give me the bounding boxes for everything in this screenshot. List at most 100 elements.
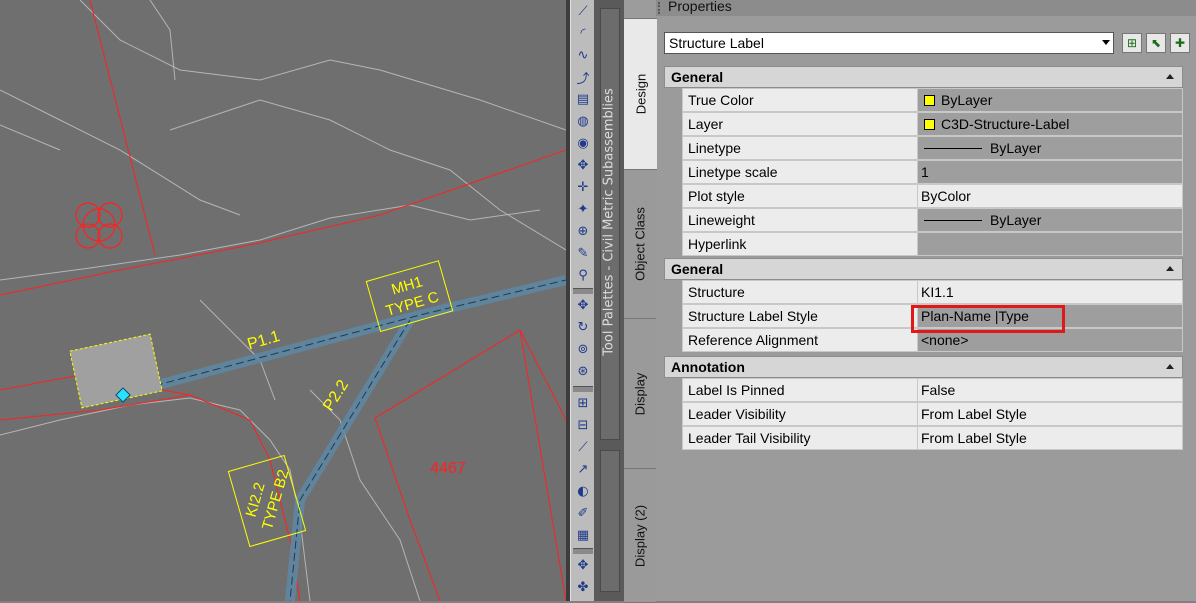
properties-panel: Properties Structure Label ⊞ ⬉ ✚ General… [656,0,1196,601]
property-name: Hyperlink [682,232,918,256]
drawing-canvas[interactable]: MH1 TYPE C KI2.2 TYPE B2 P1.1 P2.2 4467 [0,0,566,601]
compass-tool-icon[interactable]: ✥ [573,156,593,174]
property-name: Leader Visibility [682,402,918,426]
property-value-text: ByLayer [990,140,1042,156]
brush-tool-icon[interactable]: ✐ [573,504,593,522]
property-row: Hyperlink [664,232,1183,256]
property-name: Plot style [682,184,918,208]
color-swatch-icon [924,95,935,106]
tree-symbol [75,202,123,249]
property-value[interactable]: ByColor [918,184,1183,208]
category-label: General [671,261,724,277]
tab-object-class[interactable]: Object Class [624,168,656,320]
category-general-2[interactable]: General [664,258,1183,280]
pin-tool-icon[interactable]: ⚲ [573,266,593,284]
arc-tool-icon[interactable]: ◜ [573,24,593,42]
parcel-number: 4467 [430,460,466,477]
crosshair-tool-icon[interactable]: ✛ [573,178,593,196]
property-value[interactable]: False [918,378,1183,402]
properties-header[interactable]: Properties [656,0,1196,16]
target2-tool-icon[interactable]: ⊚ [573,340,593,358]
property-value[interactable] [918,232,1183,256]
vertical-toolbar: ⟋ ◜ ∿ ⤴ ▤ ◍ ◉ ✥ ✛ ✦ ⊕ ✎ ⚲ ✥ ↻ ⊚ ⊛ ⊞ ⊟ ⟋ … [570,0,595,601]
node-tool-icon[interactable]: ✥ [573,296,593,314]
property-row: Linetype ByLayer [664,136,1183,160]
target-tool-icon[interactable]: ⊕ [573,222,593,240]
quick-select-icon[interactable]: ⊞ [1122,33,1142,53]
pipe-network [118,275,566,601]
pencil-tool-icon[interactable]: ✎ [573,244,593,262]
property-row: Leader Tail Visibility From Label Style [664,426,1183,450]
property-value[interactable]: C3D-Structure-Label [918,112,1183,136]
property-name: True Color [682,88,918,112]
color-swatch-icon [924,119,935,130]
pipe-centerlines [119,279,566,601]
property-name: Structure [682,280,918,304]
category-label: Annotation [671,359,745,375]
tab-display-2[interactable]: Display (2) [624,468,656,603]
label-pipe-p22: P2.2 [320,377,352,414]
highlight-box [911,305,1065,333]
move2-tool-icon[interactable]: ✤ [573,578,593,596]
property-name: Reference Alignment [682,328,918,352]
grid2-tool-icon[interactable]: ⊟ [573,416,593,434]
tab-design-label: Design [633,73,648,115]
tab-display-label: Display [632,372,648,416]
line-tool-icon[interactable]: ⟋ [573,2,593,20]
chart2-tool-icon[interactable]: ↗ [573,460,593,478]
property-row: Plot style ByColor [664,184,1183,208]
category-label: General [671,69,724,85]
toolbar-grip[interactable] [573,288,593,294]
toggle-pickadd-icon[interactable]: ✚ [1170,33,1190,53]
property-value[interactable]: ByLayer [918,136,1183,160]
property-name: Layer [682,112,918,136]
tool-palette-title: Tool Palettes - Civil Metric Subassembli… [601,88,617,356]
rotate-tool-icon[interactable]: ↻ [573,318,593,336]
category-annotation[interactable]: Annotation [664,356,1183,378]
property-row: True Color ByLayer [664,88,1183,112]
property-value[interactable]: ByLayer [918,208,1183,232]
property-value[interactable]: KI1.1 [918,280,1183,304]
tool-palette-title-wrap: Tool Palettes - Civil Metric Subassembli… [594,0,624,601]
doc2-tool-icon[interactable]: ▦ [573,526,593,544]
collapse-icon[interactable] [1166,364,1174,369]
property-name: Label Is Pinned [682,378,918,402]
target3-tool-icon[interactable]: ⊛ [573,362,593,380]
move-tool-icon[interactable]: ✥ [573,556,593,574]
object-type-select[interactable]: Structure Label [664,32,1114,54]
property-row: Structure KI1.1 [664,280,1183,304]
tool-palette-strip[interactable]: Tool Palettes - Civil Metric Subassembli… [594,0,625,601]
property-value[interactable]: From Label Style [918,426,1183,450]
grid-tool-icon[interactable]: ⊞ [573,394,593,412]
property-value[interactable]: From Label Style [918,402,1183,426]
property-name: Structure Label Style [682,304,918,328]
collapse-icon[interactable] [1166,266,1174,271]
property-row: Leader Visibility From Label Style [664,402,1183,426]
collapse-icon[interactable] [1166,74,1174,79]
palette-tool-icon[interactable]: ◐ [573,482,593,500]
toolbar-grip[interactable] [573,548,593,554]
category-general[interactable]: General [664,66,1183,88]
property-value[interactable]: ByLayer [918,88,1183,112]
chart-tool-icon[interactable]: ⟋ [573,438,593,456]
toolbar-grip[interactable] [573,386,593,392]
globe-tool-icon[interactable]: ◍ [573,112,593,130]
properties-tab-strip: Design Object Class Display Display (2) [624,0,657,603]
property-value[interactable]: 1 [918,160,1183,184]
property-row: Label Is Pinned False [664,378,1183,402]
tab-design[interactable]: Design [624,18,657,170]
snap-tool-icon[interactable]: ✦ [573,200,593,218]
spiral-tool-icon[interactable]: ⤴ [573,68,593,87]
property-name: Linetype [682,136,918,160]
select-objects-icon[interactable]: ⬉ [1146,33,1166,53]
property-name: Leader Tail Visibility [682,426,918,450]
globe2-tool-icon[interactable]: ◉ [573,134,593,152]
tab-display-2-label: Display (2) [632,504,648,567]
document-tool-icon[interactable]: ▤ [573,90,593,108]
panel-grip[interactable] [658,2,664,14]
structure-block[interactable] [69,333,163,409]
property-name: Linetype scale [682,160,918,184]
linetype-sample-icon [924,220,982,221]
tab-display[interactable]: Display [624,318,656,470]
curve-tool-icon[interactable]: ∿ [573,46,593,64]
